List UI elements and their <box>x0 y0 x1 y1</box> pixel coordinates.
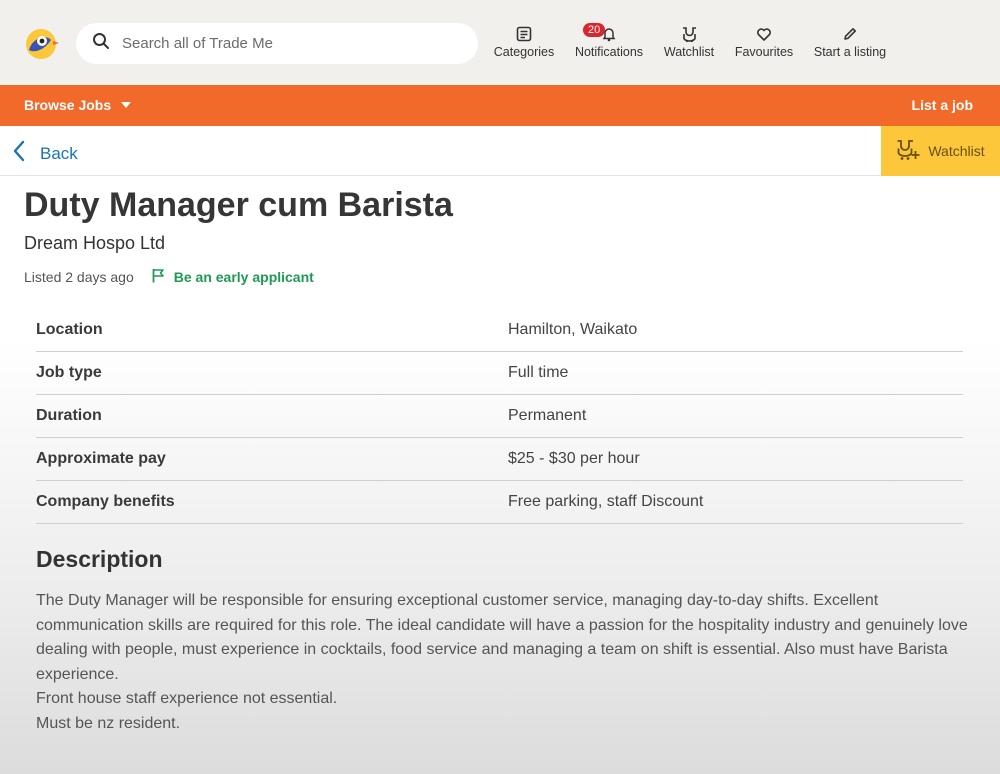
notification-badge: 20 <box>583 23 606 37</box>
detail-row-location: Location Hamilton, Waikato <box>36 309 963 352</box>
detail-label: Company benefits <box>36 493 175 510</box>
nav-label: Start a listing <box>813 45 887 59</box>
job-title: Duty Manager cum Barista <box>24 186 453 224</box>
list-a-job-link[interactable]: List a job <box>912 97 973 113</box>
back-row: Back Watchlist <box>0 126 1000 176</box>
back-label: Back <box>40 143 78 163</box>
search-input[interactable] <box>122 35 452 52</box>
nav-label: Categories <box>493 45 555 59</box>
detail-row-pay: Approximate pay $25 - $30 per hour <box>36 438 963 481</box>
browse-jobs-dropdown[interactable]: Browse Jobs <box>24 97 132 113</box>
job-details-table: Location Hamilton, Waikato Job type Full… <box>36 309 963 524</box>
early-applicant: Be an early applicant <box>151 268 314 286</box>
add-to-watchlist-button[interactable]: Watchlist <box>881 126 1000 176</box>
detail-value: Hamilton, Waikato <box>508 321 638 338</box>
nav-label: Watchlist <box>663 45 715 59</box>
detail-label: Location <box>36 321 103 338</box>
description-body: The Duty Manager will be responsible for… <box>36 589 971 736</box>
top-header: Categories 20 Notifications Watchlist Fa… <box>0 0 1000 85</box>
description-heading: Description <box>36 546 163 572</box>
watchlist-label: Watchlist <box>928 143 985 159</box>
watchlist-icon <box>681 24 698 44</box>
detail-row-benefits: Company benefits Free parking, staff Dis… <box>36 481 963 524</box>
detail-value: Permanent <box>508 407 587 424</box>
search-icon <box>92 32 110 55</box>
search-bar[interactable] <box>76 23 478 64</box>
nav-favourites[interactable]: Favourites <box>728 24 800 64</box>
detail-value: $25 - $30 per hour <box>508 450 640 467</box>
header-nav: Categories 20 Notifications Watchlist Fa… <box>486 23 890 64</box>
nav-watchlist[interactable]: Watchlist <box>656 24 722 64</box>
description-paragraph: The Duty Manager will be responsible for… <box>36 592 968 683</box>
back-button[interactable]: Back <box>12 140 78 167</box>
description-paragraph: Must be nz resident. <box>36 714 181 732</box>
nav-label: Favourites <box>734 45 794 59</box>
flag-icon <box>151 268 165 286</box>
description-paragraph: Front house staff experience not essenti… <box>36 690 338 707</box>
detail-value: Free parking, staff Discount <box>508 493 704 510</box>
heart-icon <box>756 24 772 44</box>
listed-date: Listed 2 days ago <box>24 269 134 285</box>
pencil-icon <box>842 24 858 44</box>
detail-row-duration: Duration Permanent <box>36 395 963 438</box>
nav-start-listing[interactable]: Start a listing <box>810 24 890 64</box>
categories-icon <box>516 24 532 44</box>
detail-row-job-type: Job type Full time <box>36 352 963 395</box>
nav-label: Notifications <box>574 45 644 59</box>
detail-label: Duration <box>36 407 102 424</box>
listing-meta: Listed 2 days ago Be an early applicant <box>24 268 314 286</box>
nav-notifications[interactable]: 20 Notifications <box>566 23 652 64</box>
early-applicant-label: Be an early applicant <box>173 269 314 285</box>
caret-down-icon <box>121 102 132 108</box>
company-name[interactable]: Dream Hospo Ltd <box>24 233 165 254</box>
jobs-nav-bar: Browse Jobs List a job <box>0 85 1000 126</box>
browse-jobs-label: Browse Jobs <box>24 97 112 113</box>
detail-value: Full time <box>508 364 569 381</box>
nav-categories[interactable]: Categories <box>486 24 562 64</box>
trademe-logo[interactable] <box>24 26 60 62</box>
chevron-left-icon <box>12 140 26 167</box>
watchlist-add-icon <box>896 139 920 164</box>
detail-label: Approximate pay <box>36 450 166 467</box>
detail-label: Job type <box>36 364 102 381</box>
